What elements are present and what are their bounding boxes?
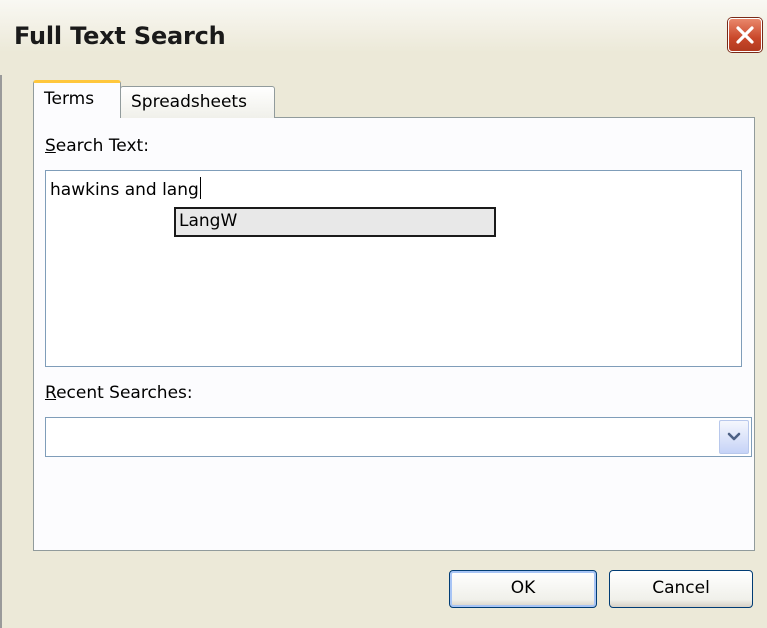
tab-spreadsheets[interactable]: Spreadsheets [120, 86, 275, 118]
full-text-search-dialog: Full Text Search Terms Spreadsheets Sear… [0, 0, 767, 628]
search-text-value: hawkins and lang [50, 177, 201, 200]
tab-terms-label: Terms [44, 89, 95, 109]
cancel-button[interactable]: Cancel [609, 570, 753, 608]
chevron-down-icon [727, 432, 741, 441]
window-border [0, 0, 2, 628]
tab-terms[interactable]: Terms [33, 80, 121, 118]
close-icon [736, 26, 754, 44]
close-button[interactable] [728, 18, 762, 52]
autocomplete-suggestion[interactable]: LangW [174, 207, 496, 237]
autocomplete-suggestion-text: LangW [179, 211, 238, 231]
tab-spreadsheets-label: Spreadsheets [131, 92, 247, 112]
search-text-input[interactable]: hawkins and lang [45, 170, 742, 367]
ok-button[interactable]: OK [449, 570, 597, 608]
recent-searches-combobox[interactable] [45, 417, 752, 457]
window-title: Full Text Search [14, 22, 226, 50]
recent-searches-label: Recent Searches: [45, 383, 193, 403]
search-text-label: Search Text: [45, 136, 149, 156]
recent-searches-dropdown-button[interactable] [719, 420, 749, 454]
title-bar[interactable]: Full Text Search [0, 0, 767, 75]
text-caret [199, 177, 201, 199]
